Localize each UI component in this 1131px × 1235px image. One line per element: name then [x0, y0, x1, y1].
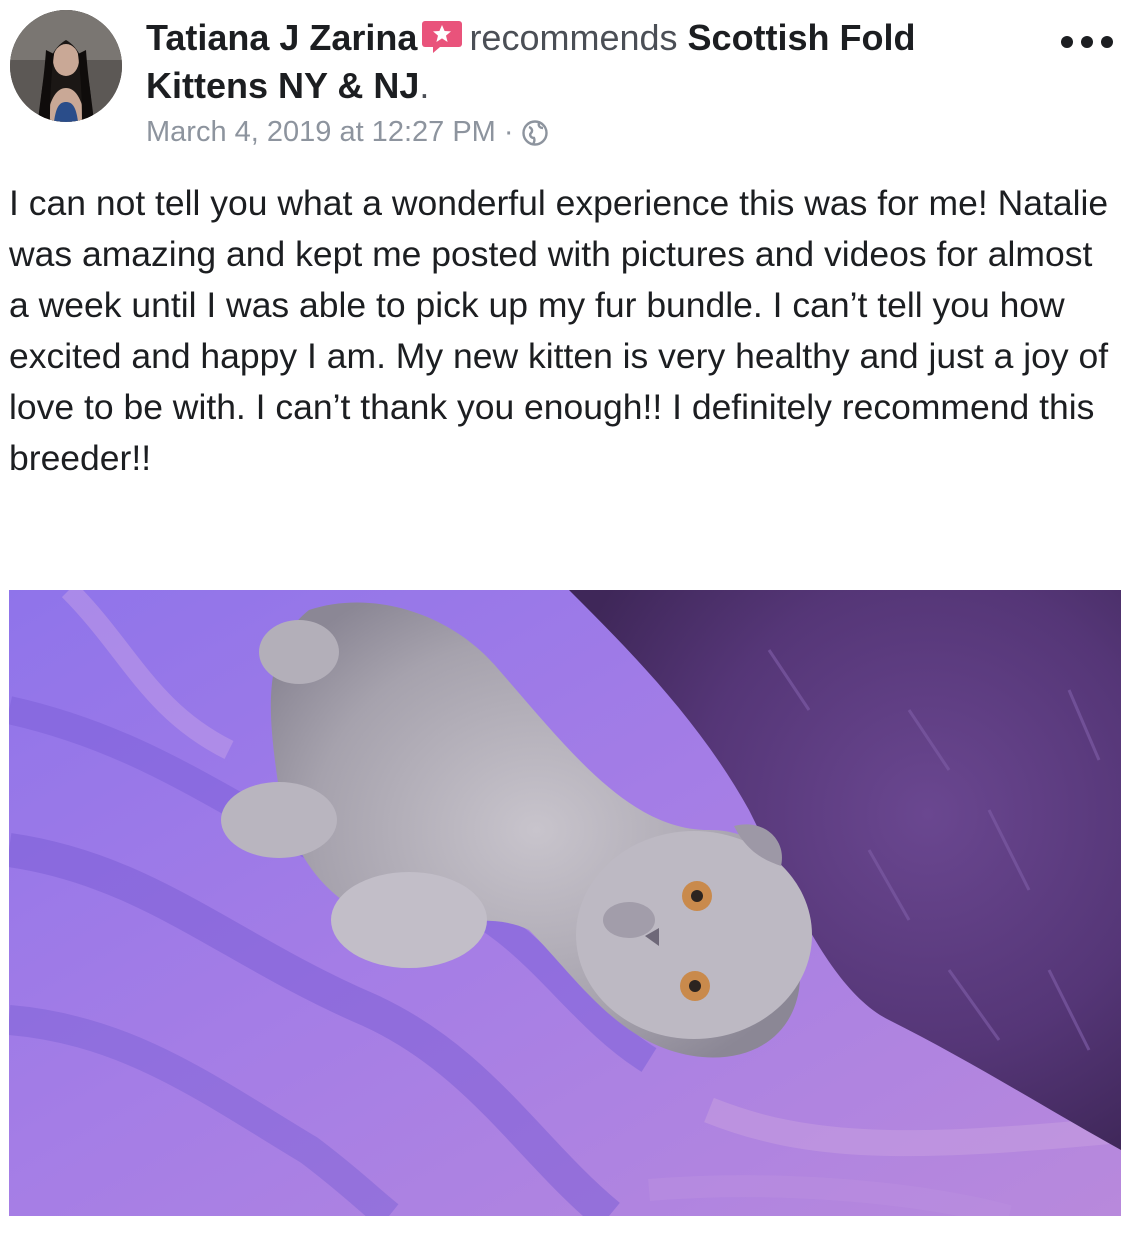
more-dots-icon — [1061, 36, 1073, 48]
more-dots-icon — [1101, 36, 1113, 48]
meta-separator: · — [503, 116, 514, 148]
kitten-photo — [9, 590, 1121, 1216]
globe-icon[interactable] — [521, 118, 549, 146]
recommends-text: recommends — [469, 17, 678, 58]
post-header: Tatiana J Zarina recommends Scottish Fold… — [146, 14, 1026, 110]
author-name[interactable]: Tatiana J Zarina — [146, 17, 417, 58]
recommendation-post: Tatiana J Zarina recommends Scottish Fold… — [0, 0, 1131, 1235]
page-name-suffix: . — [419, 65, 430, 106]
post-body-text: I can not tell you what a wonderful expe… — [9, 183, 1109, 478]
author-photo — [10, 10, 122, 122]
star-badge-icon — [421, 18, 463, 53]
post-photo[interactable] — [9, 590, 1121, 1216]
more-options-button[interactable] — [1061, 30, 1113, 54]
post-timestamp[interactable]: March 4, 2019 at 12:27 PM — [146, 112, 496, 152]
post-meta: March 4, 2019 at 12:27 PM · — [146, 112, 549, 152]
author-avatar[interactable] — [10, 10, 122, 122]
more-dots-icon — [1081, 36, 1093, 48]
